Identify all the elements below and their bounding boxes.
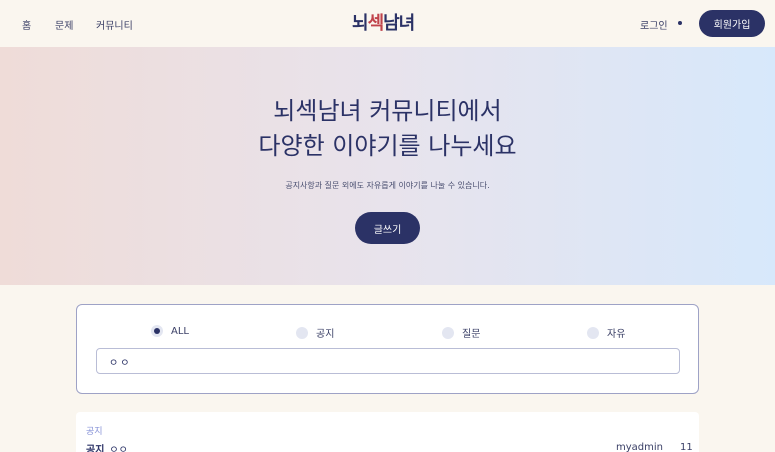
filter-option-free[interactable]: 자유 — [587, 325, 625, 340]
radio-selected-icon — [151, 325, 163, 337]
login-link[interactable]: 로그인 — [640, 17, 668, 32]
post-category: 공지 — [86, 427, 103, 437]
radio-unselected-icon — [587, 326, 599, 339]
nav-separator-dot — [678, 21, 682, 25]
post-list-item[interactable]: 공지 공지 ㅇㅇ myadmin 11 — [76, 412, 699, 452]
radio-unselected-icon — [442, 326, 454, 339]
signup-button[interactable]: 회원가입 — [699, 10, 765, 37]
post-view-count: 11 — [680, 442, 693, 452]
filter-option-all[interactable]: ALL — [151, 325, 189, 337]
logo-text-part3: 남녀 — [383, 13, 415, 34]
radio-unselected-icon — [296, 326, 308, 339]
post-title-text: ㅇㅇ — [109, 445, 128, 452]
site-logo[interactable]: 뇌섹남녀 — [352, 9, 415, 35]
hero-subtitle: 공지사항과 질문 외에도 자유롭게 이야기를 나눌 수 있습니다. — [285, 181, 490, 190]
filter-option-notice[interactable]: 공지 — [296, 325, 334, 340]
hero-title-line1: 뇌섹남녀 커뮤니티에서 — [273, 97, 502, 125]
hero-title-line2: 다양한 이야기를 나누세요 — [258, 132, 517, 160]
top-navigation: 홈 문제 커뮤니티 뇌섹남녀 로그인 회원가입 — [0, 0, 775, 47]
filter-option-label: 자유 — [607, 329, 626, 340]
filter-option-question[interactable]: 질문 — [442, 325, 480, 340]
post-author: myadmin — [616, 442, 663, 452]
nav-community-link[interactable]: 커뮤니티 — [96, 17, 133, 32]
logo-text-part1: 뇌 — [352, 13, 369, 34]
filter-option-label: 공지 — [316, 329, 335, 340]
filter-option-label: 질문 — [462, 329, 481, 340]
nav-home-link[interactable]: 홈 — [22, 17, 31, 32]
nav-problems-link[interactable]: 문제 — [55, 17, 73, 32]
logo-text-part2: 섹 — [367, 13, 385, 34]
hero-banner: 뇌섹남녀 커뮤니티에서 다양한 이야기를 나누세요 공지사항과 질문 외에도 자… — [0, 47, 775, 285]
post-tag: 공지 — [86, 445, 105, 452]
filter-panel: ALL 공지 질문 자유 — [76, 304, 699, 394]
filter-option-label: ALL — [171, 325, 189, 337]
write-post-button[interactable]: 글쓰기 — [355, 212, 420, 244]
post-title[interactable]: 공지 ㅇㅇ — [86, 441, 128, 452]
search-input[interactable] — [96, 348, 680, 374]
